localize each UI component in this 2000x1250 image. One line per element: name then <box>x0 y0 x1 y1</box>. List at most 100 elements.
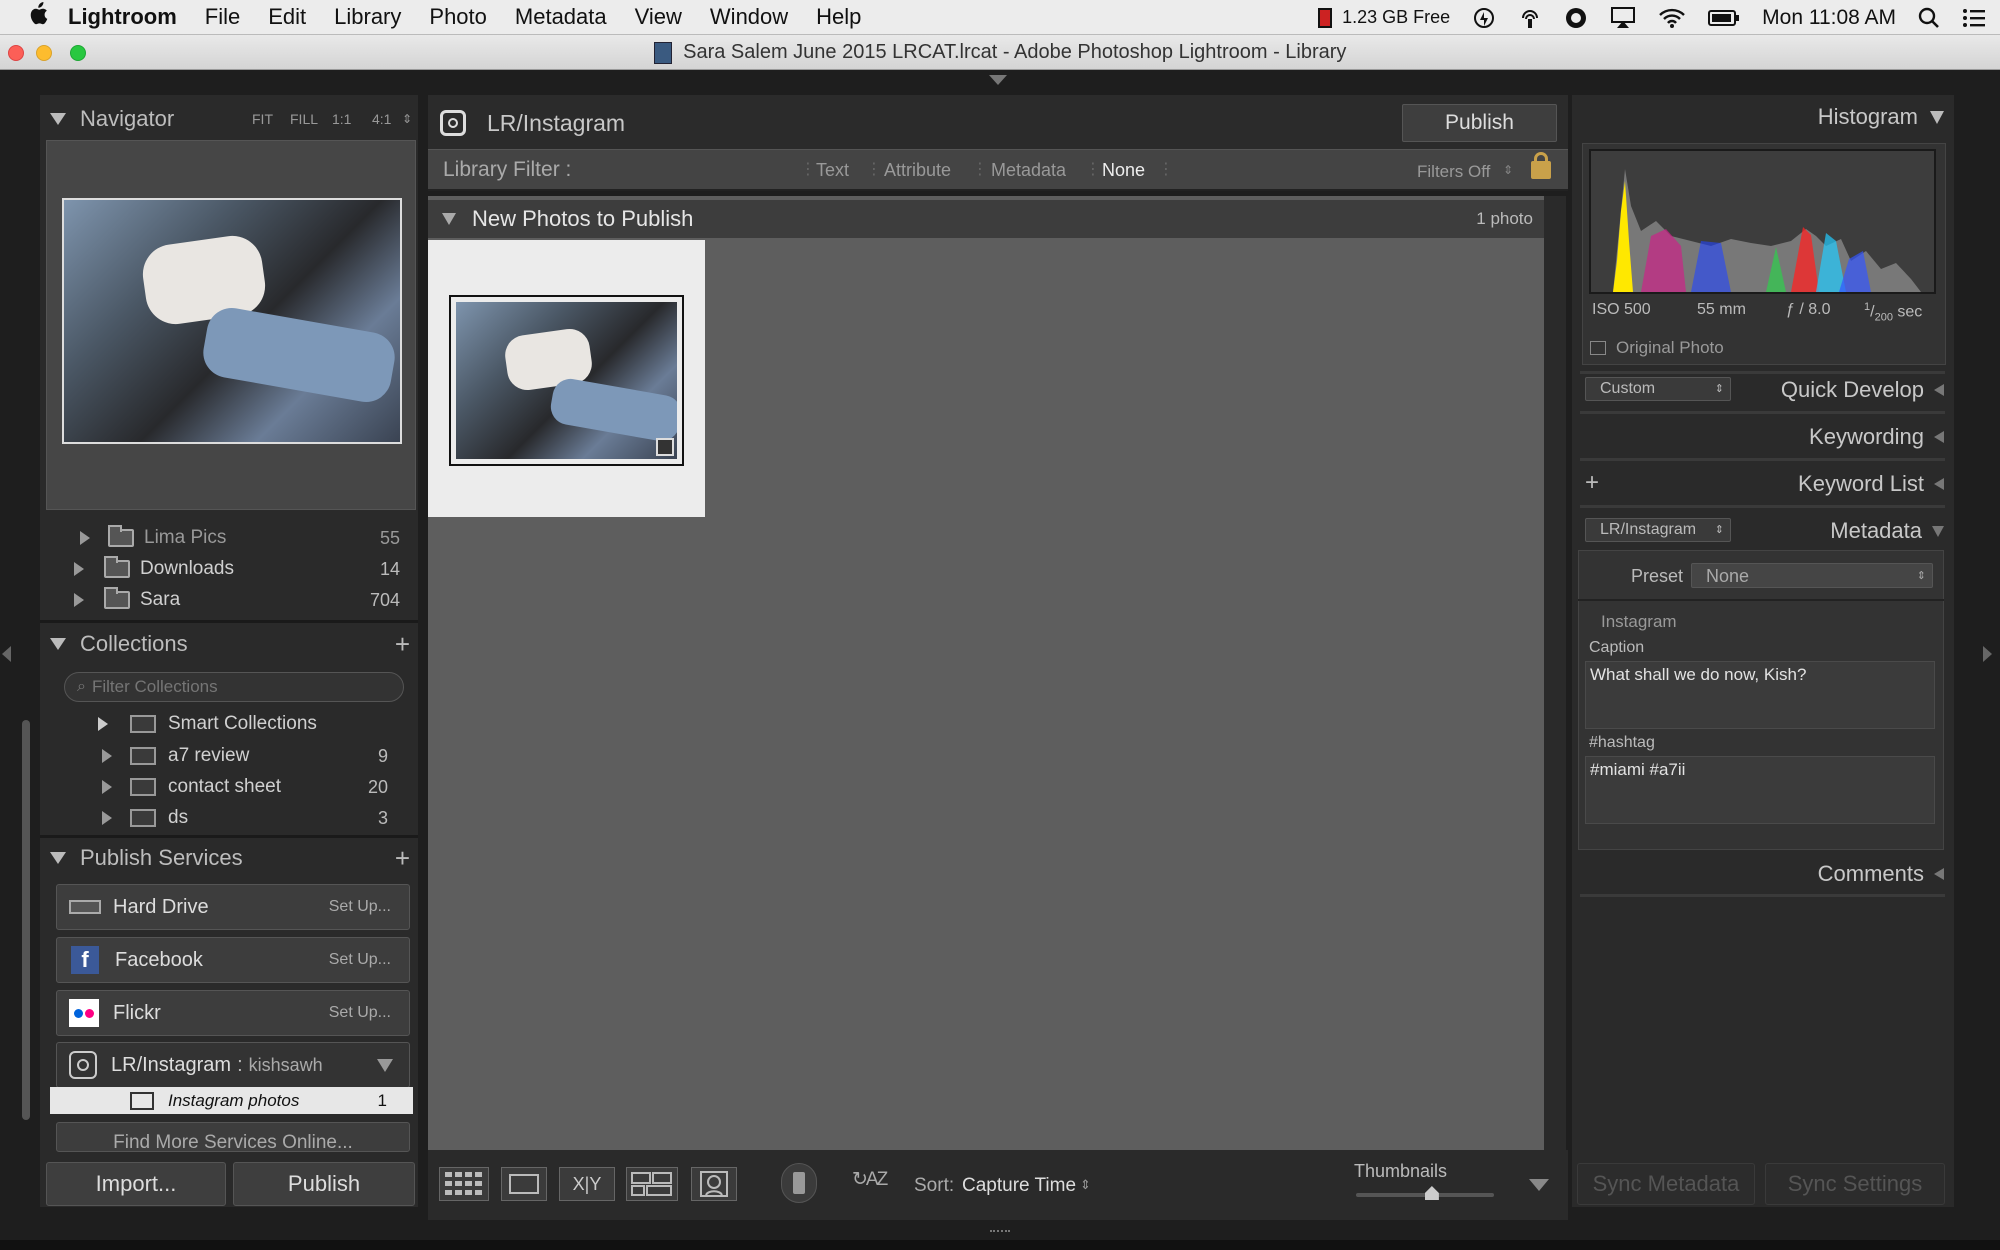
collections-header[interactable]: Collections + <box>50 624 416 664</box>
folder-row-downloads[interactable]: Downloads 14 <box>74 554 400 584</box>
publish-service-facebook[interactable]: f Facebook Set Up... <box>56 937 410 983</box>
menubar-clock[interactable]: Mon 11:08 AM <box>1762 6 1896 30</box>
bottom-panel-toggle-icon[interactable] <box>990 1224 1010 1232</box>
menu-photo[interactable]: Photo <box>429 4 487 30</box>
quick-develop-header[interactable]: Quick Develop <box>1740 377 1944 403</box>
publish-service-lr-instagram[interactable]: LR/Instagram : kishsawh <box>56 1042 410 1088</box>
battery-icon[interactable] <box>1708 9 1740 27</box>
service-setup-link[interactable]: Set Up... <box>329 1004 391 1022</box>
zoom-window-button[interactable] <box>70 45 86 61</box>
lock-icon[interactable] <box>1531 152 1551 179</box>
survey-view-button[interactable] <box>626 1167 678 1201</box>
airdrop-icon[interactable] <box>1518 6 1542 30</box>
zoom-4-1[interactable]: 4:1 <box>372 111 391 127</box>
navigator-header[interactable]: Navigator FIT FILL 1:1 4:1 ⇕ <box>50 99 416 139</box>
compare-view-button[interactable]: X|Y <box>559 1167 615 1201</box>
collection-a7-review[interactable]: a7 review 9 <box>102 741 400 771</box>
left-panel-scrollbar[interactable] <box>22 720 30 1120</box>
metadata-header[interactable]: Metadata <box>1740 518 1944 544</box>
zoom-fill[interactable]: FILL <box>290 111 318 127</box>
left-publish-button[interactable]: Publish <box>233 1162 415 1206</box>
original-photo-toggle[interactable]: Original Photo <box>1590 338 1724 358</box>
keywording-header[interactable]: Keywording <box>1740 424 1944 450</box>
filter-metadata-tab[interactable]: Metadata <box>991 160 1066 181</box>
menu-help[interactable]: Help <box>816 4 861 30</box>
menu-file[interactable]: File <box>205 4 240 30</box>
app-status-icon[interactable] <box>1564 6 1588 30</box>
sync-icon[interactable] <box>1472 6 1496 30</box>
metadata-set-dropdown[interactable]: LR/Instagram ⇕ <box>1585 518 1731 542</box>
collections-filter-input[interactable] <box>91 677 372 697</box>
grid-view-button[interactable] <box>439 1167 489 1201</box>
close-window-button[interactable] <box>8 45 24 61</box>
preset-stepper-icon[interactable]: ⇕ <box>1503 163 1513 177</box>
filter-attribute-tab[interactable]: Attribute <box>884 160 951 181</box>
add-keyword-button[interactable]: + <box>1585 469 1599 497</box>
filters-off-preset[interactable]: Filters Off <box>1417 162 1490 182</box>
notification-center-icon[interactable] <box>1962 8 1986 28</box>
top-panel-toggle-icon[interactable] <box>989 75 1007 85</box>
folder-row-lima-pics[interactable]: Lima Pics 55 <box>80 523 400 553</box>
publish-now-button[interactable]: Publish <box>1402 104 1557 142</box>
collapse-triangle-icon[interactable] <box>377 1058 393 1072</box>
publish-services-header[interactable]: Publish Services + <box>50 838 416 878</box>
folder-row-sara[interactable]: Sara 704 <box>74 585 400 615</box>
menu-view[interactable]: View <box>635 4 682 30</box>
toolbar-content-menu-icon[interactable] <box>1529 1179 1549 1191</box>
zoom-fit[interactable]: FIT <box>252 111 273 127</box>
service-setup-link[interactable]: Set Up... <box>329 951 391 969</box>
sort-by-dropdown[interactable]: Capture Time <box>962 1175 1076 1197</box>
menu-app-name[interactable]: Lightroom <box>68 4 177 30</box>
published-collection-instagram-photos[interactable]: Instagram photos 1 <box>50 1087 413 1114</box>
menu-library[interactable]: Library <box>334 4 401 30</box>
grid-scrollbar-track[interactable] <box>1544 196 1566 1150</box>
sort-direction-icon[interactable]: ↻AZ <box>852 1168 888 1191</box>
sync-settings-button[interactable]: Sync Settings <box>1765 1163 1945 1205</box>
hashtag-field[interactable]: #miami #a7ii <box>1585 756 1935 824</box>
sync-metadata-button[interactable]: Sync Metadata <box>1577 1163 1755 1205</box>
metadata-preset-dropdown[interactable]: None ⇕ <box>1691 563 1933 588</box>
keyword-list-header[interactable]: Keyword List <box>1740 471 1944 497</box>
minimize-window-button[interactable] <box>36 45 52 61</box>
histogram-header[interactable]: Histogram <box>1580 104 1944 130</box>
quick-develop-preset-dropdown[interactable]: Custom ⇕ <box>1585 377 1731 401</box>
publish-service-flickr[interactable]: Flickr Set Up... <box>56 990 410 1036</box>
publish-service-hard-drive[interactable]: Hard Drive Set Up... <box>56 884 410 930</box>
filter-text-tab[interactable]: Text <box>816 160 849 181</box>
painter-spray-can-icon[interactable] <box>781 1163 817 1203</box>
left-panel-toggle-icon[interactable] <box>2 646 11 662</box>
photo-thumbnail[interactable] <box>449 295 684 466</box>
add-publish-service-button[interactable]: + <box>395 843 410 874</box>
grid-cell-selected[interactable] <box>428 240 705 517</box>
collection-ds[interactable]: ds 3 <box>102 803 400 833</box>
right-panel-toggle-icon[interactable] <box>1983 646 1992 662</box>
import-button[interactable]: Import... <box>46 1162 226 1206</box>
collection-set-smart-collections[interactable]: Smart Collections <box>98 709 400 739</box>
service-setup-link[interactable]: Set Up... <box>329 898 391 916</box>
checkbox-icon[interactable] <box>1590 341 1606 355</box>
menu-metadata[interactable]: Metadata <box>515 4 607 30</box>
collection-contact-sheet[interactable]: contact sheet 20 <box>102 772 400 802</box>
menu-window[interactable]: Window <box>710 4 788 30</box>
loupe-view-button[interactable] <box>501 1167 547 1201</box>
comments-header[interactable]: Comments <box>1740 861 1944 887</box>
airplay-icon[interactable] <box>1610 6 1636 30</box>
thumbnail-size-slider[interactable] <box>1356 1186 1494 1200</box>
filter-none-tab[interactable]: None <box>1102 160 1145 181</box>
zoom-stepper-icon[interactable]: ⇕ <box>402 112 412 126</box>
apple-icon[interactable] <box>28 1 68 33</box>
memory-status[interactable]: 1.23 GB Free <box>1318 7 1450 28</box>
add-collection-button[interactable]: + <box>395 629 410 660</box>
histogram-graph[interactable] <box>1589 149 1936 294</box>
find-more-services-button[interactable]: Find More Services Online... <box>56 1122 410 1152</box>
sort-stepper-icon[interactable]: ⇕ <box>1080 1177 1091 1193</box>
spotlight-search-icon[interactable] <box>1918 7 1940 29</box>
menu-edit[interactable]: Edit <box>268 4 306 30</box>
navigator-preview-photo[interactable] <box>62 198 402 444</box>
caption-field[interactable]: What shall we do now, Kish? <box>1585 661 1935 729</box>
section-header[interactable]: New Photos to Publish 1 photo <box>428 200 1544 238</box>
people-view-button[interactable] <box>691 1167 737 1201</box>
collections-filter-field[interactable]: ⌕ <box>64 672 404 702</box>
zoom-1-1[interactable]: 1:1 <box>332 111 351 127</box>
wifi-icon[interactable] <box>1658 7 1686 29</box>
